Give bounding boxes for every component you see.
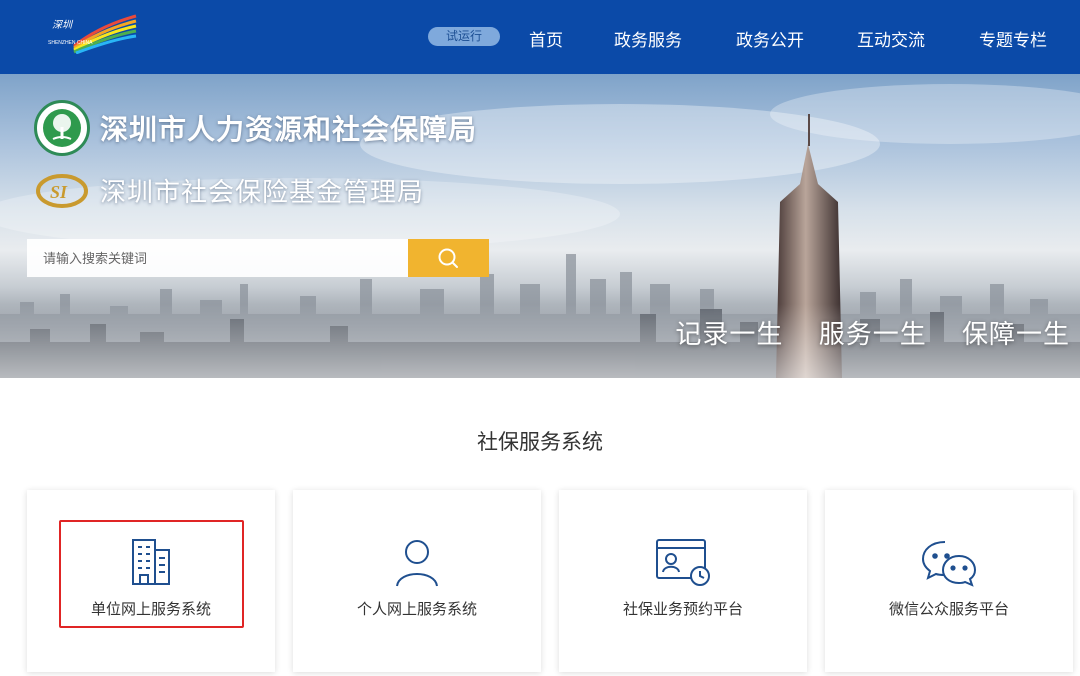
nav-special-topics[interactable]: 专题专栏 [979, 26, 1047, 51]
appointment-icon [653, 532, 713, 592]
nav-home[interactable]: 首页 [529, 26, 563, 51]
card-label: 个人网上服务系统 [356, 600, 477, 618]
card-wechat-platform[interactable]: 微信公众服务平台 [825, 490, 1073, 672]
agency-primary-name: 深圳市人力资源和社会保障局 [100, 113, 478, 146]
slogan-protect: 保障一生 [961, 320, 1070, 350]
shenzhen-logo[interactable]: 深圳 SHENZHEN CHINA [44, 12, 138, 54]
nav-government-disclosure[interactable]: 政务公开 [736, 26, 804, 51]
svg-text:深圳: 深圳 [52, 19, 74, 31]
trial-badge: 试运行 [428, 27, 500, 46]
svg-text:SI: SI [50, 182, 68, 202]
top-nav-bar: 深圳 SHENZHEN CHINA 试运行 首页 政务服务 政务公开 互动交流 … [0, 0, 1080, 74]
svg-text:SHENZHEN CHINA: SHENZHEN CHINA [48, 40, 93, 46]
wechat-icon [919, 532, 979, 592]
search-input[interactable] [27, 239, 408, 277]
slogan: 记录一生 服务一生 保障一生 [649, 314, 1070, 351]
slogan-serve: 服务一生 [818, 320, 927, 350]
rainbow-logo-icon: 深圳 SHENZHEN CHINA [48, 14, 137, 54]
card-label: 社保业务预约平台 [622, 600, 743, 618]
social-insurance-logo-icon: SI [34, 173, 90, 209]
agency-primary-row: 深圳市人力资源和社会保障局 [34, 100, 477, 156]
building-icon [121, 532, 181, 592]
slogan-record: 记录一生 [675, 320, 784, 350]
page: 深圳 SHENZHEN CHINA 试运行 首页 政务服务 政务公开 互动交流 … [0, 0, 1080, 676]
card-label: 微信公众服务平台 [888, 600, 1009, 618]
nav-government-services[interactable]: 政务服务 [614, 26, 682, 51]
card-personal-online-service[interactable]: 个人网上服务系统 [293, 490, 541, 672]
hero-banner: 深圳市人力资源和社会保障局 SI 深圳市社会保险基金管理局 记录一生 服务一生 … [0, 74, 1080, 378]
person-icon [387, 532, 447, 592]
agency-secondary-row: SI 深圳市社会保险基金管理局 [34, 172, 424, 209]
search-button[interactable] [408, 239, 489, 277]
agency-secondary-name: 深圳市社会保险基金管理局 [100, 178, 425, 208]
card-label: 单位网上服务系统 [90, 600, 211, 618]
section-title: 社保服务系统 [477, 430, 603, 454]
hrss-emblem-icon [34, 100, 90, 156]
search-icon [438, 248, 458, 268]
card-unit-online-service[interactable]: 单位网上服务系统 [27, 490, 275, 672]
card-appointment-platform[interactable]: 社保业务预约平台 [559, 490, 807, 672]
nav-interaction[interactable]: 互动交流 [857, 26, 925, 51]
